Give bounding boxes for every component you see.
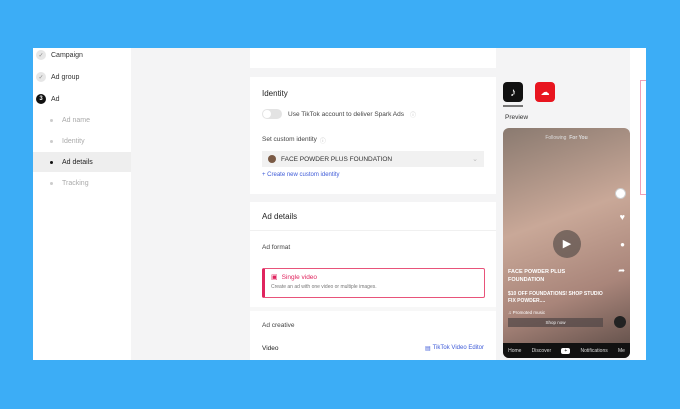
music-disc-icon <box>614 316 626 328</box>
preview-label: Preview <box>505 114 529 121</box>
ad-format-label: Ad format <box>262 244 291 251</box>
sidebar-item-label: Tracking <box>62 179 89 187</box>
check-icon: ✓ <box>36 50 46 60</box>
nav-create: + <box>561 347 571 354</box>
video-icon: ▣ <box>271 274 278 281</box>
info-icon: ⓘ <box>319 139 326 145</box>
video-label: Video <box>262 345 279 352</box>
comment-icon: ● <box>620 240 625 249</box>
ad-creative-label: Ad creative <box>262 322 295 329</box>
sound-name: Promoted music <box>512 310 546 315</box>
sidebar-item-ad-group[interactable]: ✓ Ad group <box>33 67 131 87</box>
section-title: Identity <box>262 89 288 98</box>
tab-following: Following <box>545 135 567 141</box>
heart-icon: ♥ <box>619 212 625 222</box>
check-icon: ✓ <box>36 72 46 82</box>
editor-link-label: TikTok Video Editor <box>432 345 484 351</box>
identity-select-value: FACE POWDER PLUS FOUNDATION <box>281 155 393 163</box>
nav-me: Me <box>617 347 625 354</box>
tiktok-video-editor-link[interactable]: ▤ TikTok Video Editor <box>425 345 484 352</box>
phone-preview: Following For You ▶ ♥ ● ➦ FACE POWDER PL… <box>503 128 630 358</box>
sidebar-item-tracking[interactable]: Tracking <box>33 173 131 193</box>
pangle-placement-icon[interactable]: ☁ <box>535 82 555 102</box>
custom-identity-label: Set custom identity <box>262 136 317 143</box>
format-description: Create an ad with one video or multiple … <box>271 284 377 290</box>
sidebar-item-campaign[interactable]: ✓ Campaign <box>33 48 131 65</box>
create-identity-link[interactable]: + Create new custom identity <box>262 172 340 178</box>
avatar <box>615 188 626 199</box>
avatar <box>268 155 276 163</box>
single-video-option[interactable]: ▣ Single video Create an ad with one vide… <box>262 268 485 298</box>
format-name: Single video <box>281 273 318 281</box>
play-icon[interactable]: ▶ <box>553 230 581 258</box>
preview-account-name: FACE POWDER PLUS FOUNDATION <box>508 269 566 283</box>
identity-card: Identity Use TikTok account to deliver S… <box>250 77 496 194</box>
tiktok-tab-bar: Home Discover + Notifications Me <box>503 343 630 358</box>
ad-details-card: Ad details Ad format ▣ Single video Creat… <box>250 202 496 360</box>
chevron-down-icon: ⌄ <box>472 156 478 163</box>
sidebar-item-label: Identity <box>62 137 85 145</box>
section-title: Ad details <box>262 212 298 221</box>
sidebar-item-label: Ad details <box>62 158 93 166</box>
editor-icon: ▤ <box>424 346 431 352</box>
sidebar-item-label: Ad group <box>51 73 80 81</box>
step-number: 3 <box>36 94 46 104</box>
previous-section-card <box>250 48 496 68</box>
right-panel-edge <box>630 48 646 360</box>
sidebar: ✓ Campaign ✓ Ad group 3 Ad Ad name Identity… <box>33 48 131 360</box>
tiktok-placement-icon[interactable]: ♪ <box>503 82 523 102</box>
shop-now-button[interactable]: Shop now <box>508 318 603 327</box>
nav-discover: Discover <box>531 347 552 354</box>
identity-select[interactable]: FACE POWDER PLUS FOUNDATION ⌄ <box>262 151 484 167</box>
spark-ads-label: Use TikTok account to deliver Spark Ads <box>288 110 404 118</box>
sidebar-item-ad-details[interactable]: Ad details <box>33 152 131 172</box>
spark-ads-toggle[interactable] <box>262 109 282 119</box>
tab-for-you: For You <box>569 135 588 141</box>
nav-home: Home <box>508 347 522 354</box>
preview-caption: $10 OFF FOUNDATIONS! SHOP STUDIO FIX POW… <box>508 291 603 304</box>
ads-manager-window: ✓ Campaign ✓ Ad group 3 Ad Ad name Identity… <box>33 48 646 360</box>
sidebar-item-ad-name[interactable]: Ad name <box>33 110 131 130</box>
share-icon: ➦ <box>618 266 625 275</box>
sidebar-item-identity[interactable]: Identity <box>33 131 131 151</box>
sidebar-item-label: Campaign <box>51 51 83 59</box>
info-icon: ⓘ <box>409 112 416 119</box>
preview-sound: ♫ Promoted music <box>508 310 546 315</box>
preview-panel: ♪ ☁ Preview Following For You ▶ ♥ ● ➦ FA… <box>498 48 630 360</box>
nav-notifications: Notifications <box>580 347 608 354</box>
sidebar-item-label: Ad name <box>62 116 91 124</box>
sidebar-item-label: Ad <box>51 95 60 103</box>
sidebar-item-ad[interactable]: 3 Ad <box>33 89 131 109</box>
